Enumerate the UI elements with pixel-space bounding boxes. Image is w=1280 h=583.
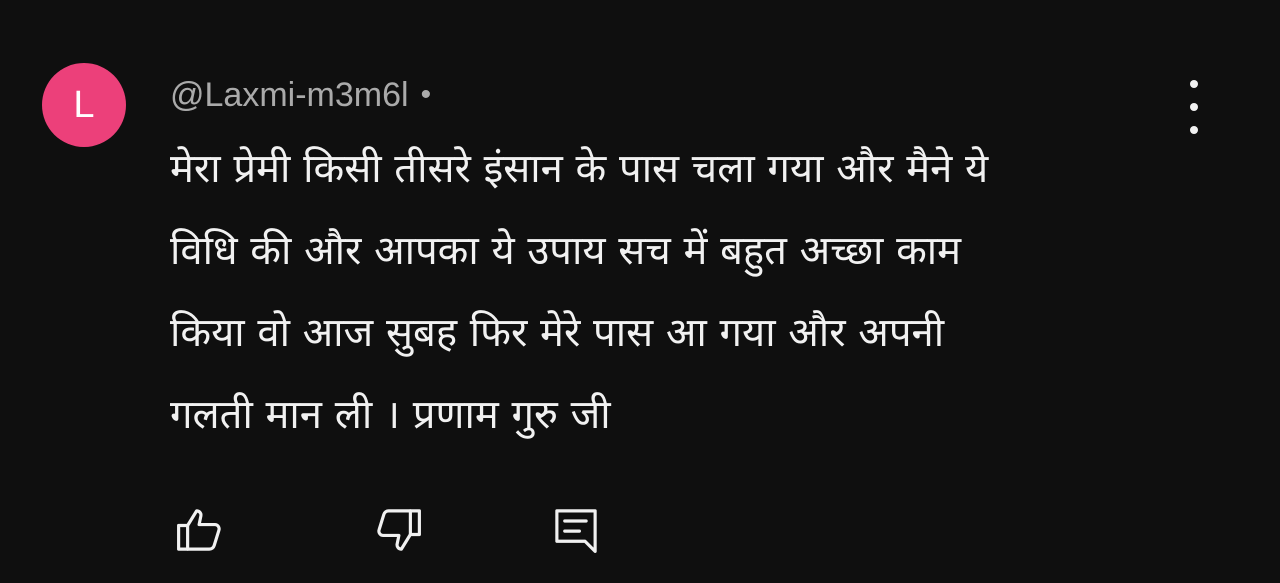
more-vertical-icon-dot	[1190, 126, 1198, 134]
more-vertical-icon-dot	[1190, 80, 1198, 88]
comment-text-line: किया वो आज सुबह फिर मेरे पास आ गया और अप…	[170, 310, 945, 356]
reply-button[interactable]	[546, 500, 606, 560]
header-separator: •	[420, 78, 432, 111]
comment-text-line: गलती मान ली । प्रणाम गुरु जी	[170, 392, 611, 438]
thumbs-up-icon	[177, 509, 221, 551]
comment-text-line: विधि की और आपका ये उपाय सच में बहुत अच्छ…	[170, 228, 962, 274]
more-options-button[interactable]	[1172, 80, 1216, 134]
comment-text-line: मेरा प्रेमी किसी तीसरे इंसान के पास चला …	[170, 146, 989, 192]
comment-header: @Laxmi-m3m6l •	[170, 72, 431, 118]
thumbs-down-icon	[377, 509, 421, 551]
author-handle[interactable]: @Laxmi-m3m6l	[170, 76, 409, 115]
comment-thread: L @Laxmi-m3m6l • मेरा प्रेमी किसी तीसरे …	[0, 0, 1280, 583]
comment-actions	[168, 500, 628, 560]
reply-comment-icon	[555, 509, 597, 553]
dislike-button[interactable]	[368, 500, 428, 560]
avatar[interactable]: L	[42, 63, 126, 147]
like-button[interactable]	[170, 500, 230, 560]
more-vertical-icon-dot	[1190, 103, 1198, 111]
avatar-initial: L	[73, 83, 95, 126]
comment-text: मेरा प्रेमी किसी तीसरे इंसान के पास चला …	[170, 128, 1170, 456]
